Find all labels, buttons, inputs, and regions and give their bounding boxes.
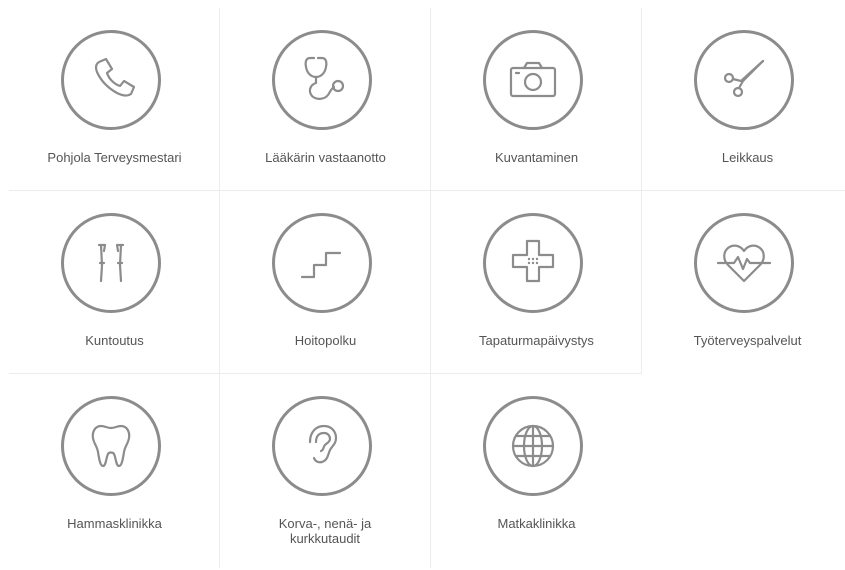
service-tile-tapaturmapaivystys[interactable]: Tapaturmapäivystys: [431, 191, 642, 374]
service-label: Matkaklinikka: [497, 516, 576, 531]
service-label: Työterveyspalvelut: [693, 333, 802, 348]
phone-icon: [61, 30, 161, 130]
service-tile-korva-nena-kurkkutaudit[interactable]: Korva-, nenä- ja kurkkutaudit: [220, 374, 431, 557]
service-label: Kuvantaminen: [494, 150, 579, 165]
camera-icon: [483, 30, 583, 130]
service-tile-hammasklinikka[interactable]: Hammasklinikka: [9, 374, 220, 557]
stairs-icon: [272, 213, 372, 313]
service-tile-hoitopolku[interactable]: Hoitopolku: [220, 191, 431, 374]
globe-icon: [483, 396, 583, 496]
service-tile-laakarin-vastaanotto[interactable]: Lääkärin vastaanotto: [220, 8, 431, 191]
service-tile-kuntoutus[interactable]: Kuntoutus: [9, 191, 220, 374]
service-tile-kuvantaminen[interactable]: Kuvantaminen: [431, 8, 642, 191]
bandage-cross-icon: [483, 213, 583, 313]
service-label: Lääkärin vastaanotto: [265, 150, 386, 165]
service-tile-leikkaus[interactable]: Leikkaus: [642, 8, 845, 191]
service-label: Pohjola Terveysmestari: [47, 150, 182, 165]
ear-icon: [272, 396, 372, 496]
service-label: Leikkaus: [721, 150, 774, 165]
service-label: Hammasklinikka: [67, 516, 162, 531]
stethoscope-icon: [272, 30, 372, 130]
service-tile-tyoterveyspalvelut[interactable]: Työterveyspalvelut: [642, 191, 845, 374]
service-label: Hoitopolku: [294, 333, 357, 348]
service-label: Kuntoutus: [85, 333, 144, 348]
heart-pulse-icon: [694, 213, 794, 313]
service-label: Tapaturmapäivystys: [479, 333, 594, 348]
crutches-icon: [61, 213, 161, 313]
tooth-icon: [61, 396, 161, 496]
scissors-icon: [694, 30, 794, 130]
service-tile-pohjola-terveysmestari[interactable]: Pohjola Terveysmestari: [9, 8, 220, 191]
service-tile-matkaklinikka[interactable]: Matkaklinikka: [431, 374, 642, 557]
service-label: Korva-, nenä- ja kurkkutaudit: [278, 516, 372, 546]
